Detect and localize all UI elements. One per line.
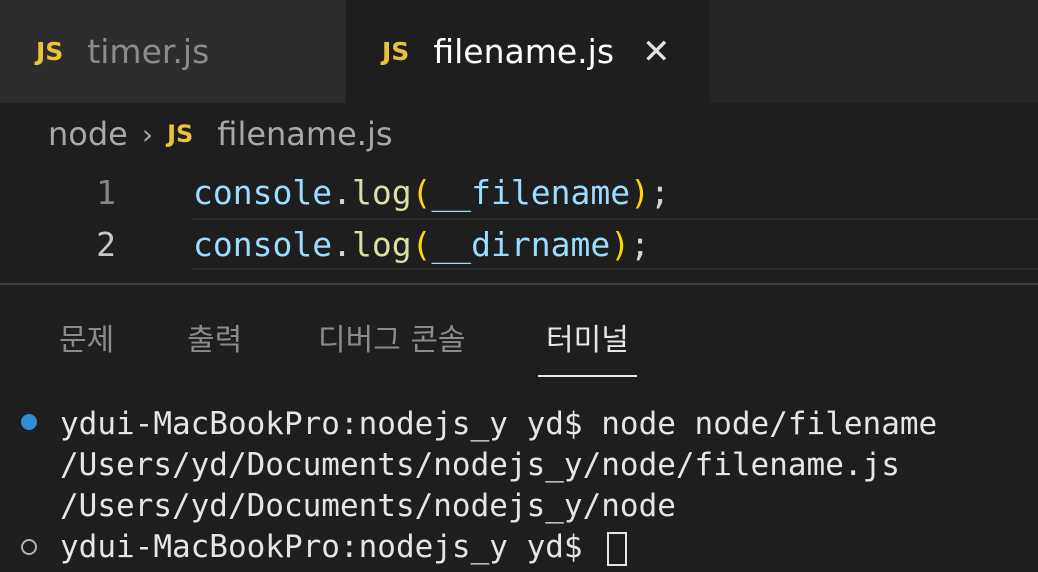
code-token-semicolon: ;: [650, 172, 670, 212]
line-number: 1: [96, 172, 116, 212]
terminal-prompt: ydui-MacBookPro:nodejs_y yd$: [60, 529, 602, 565]
code-token-argument: __filename: [431, 172, 631, 212]
terminal-line: /Users/yd/Documents/nodejs_y/node/filena…: [60, 447, 900, 483]
code-line[interactable]: 1 console.log(__filename);: [0, 166, 1038, 218]
tab-label: filename.js: [433, 32, 615, 71]
tab-output[interactable]: 출력: [187, 315, 242, 375]
line-number: 2: [96, 224, 116, 264]
code-token-paren: (: [411, 224, 432, 264]
code-token-object: console: [193, 172, 333, 212]
code-token-semicolon: ;: [630, 224, 650, 264]
code-token-function: log: [351, 224, 412, 264]
code-line-current[interactable]: 2 console.log(__dirname);: [0, 218, 1038, 270]
terminal-cursor: [607, 531, 628, 566]
code-token-function: log: [351, 172, 412, 212]
code-editor[interactable]: 1 console.log(__filename); 2 console.log…: [0, 165, 1038, 283]
javascript-file-icon: JS: [36, 37, 64, 66]
editor-tab-bar: JS timer.js JS filename.js ✕: [0, 0, 1038, 103]
javascript-file-icon: JS: [167, 120, 194, 148]
tab-timer-js[interactable]: JS timer.js: [0, 0, 346, 103]
chevron-right-icon: ›: [141, 117, 154, 151]
code-token-dot: .: [332, 172, 352, 212]
javascript-file-icon: JS: [382, 37, 410, 66]
breadcrumb: node › JS filename.js: [0, 103, 1038, 165]
terminal-prompt-line[interactable]: ydui-MacBookPro:nodejs_y yd$: [60, 527, 628, 567]
terminal-line: /Users/yd/Documents/nodejs_y/node: [60, 488, 676, 524]
code-text: console.log(__filename);: [193, 173, 670, 212]
panel-tab-bar: 문제 출력 디버그 콘솔 터미널: [0, 285, 1038, 385]
tab-terminal[interactable]: 터미널: [538, 315, 637, 377]
tab-problems[interactable]: 문제: [59, 315, 114, 375]
breadcrumb-folder[interactable]: node: [48, 115, 128, 153]
command-pending-dot-icon[interactable]: [21, 539, 37, 555]
close-icon[interactable]: ✕: [642, 32, 671, 72]
code-token-object: console: [193, 224, 333, 264]
tab-debug-console[interactable]: 디버그 콘솔: [318, 315, 466, 375]
tab-label: timer.js: [87, 32, 210, 71]
code-token-argument: __dirname: [431, 224, 611, 264]
code-token-paren: ): [630, 172, 650, 212]
terminal-output[interactable]: ydui-MacBookPro:nodejs_y yd$ node node/f…: [0, 400, 1038, 572]
code-token-dot: .: [332, 224, 352, 264]
command-success-dot-icon[interactable]: [21, 414, 37, 430]
code-text: console.log(__dirname);: [193, 225, 650, 264]
code-token-paren: ): [610, 224, 631, 264]
breadcrumb-file[interactable]: filename.js: [217, 115, 392, 153]
code-token-paren: (: [411, 172, 432, 212]
tab-filename-js[interactable]: JS filename.js ✕: [346, 0, 710, 103]
terminal-line: ydui-MacBookPro:nodejs_y yd$ node node/f…: [60, 406, 938, 442]
